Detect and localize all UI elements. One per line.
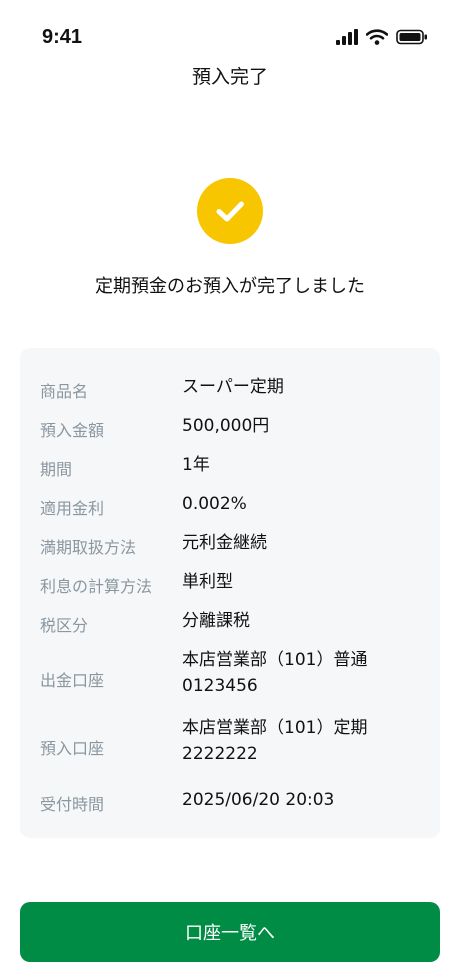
detail-label: 預入金額 (40, 421, 105, 440)
wifi-icon (366, 29, 388, 45)
details-card: 商品名 スーパー定期 預入金額 500,000円 期間 1年 適用金利 0.00… (20, 348, 440, 838)
detail-label: 適用金利 (40, 499, 105, 518)
detail-label: 利息の計算方法 (40, 577, 153, 596)
detail-label: 満期取扱方法 (40, 538, 137, 557)
status-bar: 9:41 (0, 0, 460, 64)
status-time: 9:41 (42, 26, 83, 48)
detail-value: 元利金継続 (182, 533, 267, 553)
detail-value: 本店営業部（101）定期 2222222 (182, 718, 368, 765)
detail-label: 商品名 (40, 382, 89, 401)
detail-value: 2025/06/20 20:03 (182, 790, 335, 810)
detail-label: 期間 (40, 460, 73, 479)
detail-value: 本店営業部（101）普通 0123456 (182, 650, 368, 697)
status-icons (336, 29, 428, 45)
detail-label: 受付時間 (40, 795, 105, 814)
success-message: 定期預金のお預入が完了しました (95, 276, 365, 297)
account-list-button[interactable]: 口座一覧へ (20, 902, 440, 962)
checkmark-icon (197, 178, 263, 244)
detail-value: 単利型 (182, 572, 233, 592)
battery-icon (396, 29, 427, 45)
detail-value: 分離課税 (182, 611, 250, 631)
detail-value: 1年 (182, 455, 210, 475)
signal-icon (336, 29, 358, 45)
detail-value: 500,000円 (182, 416, 270, 436)
detail-value: スーパー定期 (182, 377, 284, 397)
page-title: 預入完了 (191, 66, 268, 88)
detail-label: 出金口座 (40, 671, 105, 690)
detail-label: 税区分 (40, 616, 89, 635)
detail-label: 預入口座 (40, 739, 105, 758)
detail-value: 0.002% (182, 494, 247, 514)
